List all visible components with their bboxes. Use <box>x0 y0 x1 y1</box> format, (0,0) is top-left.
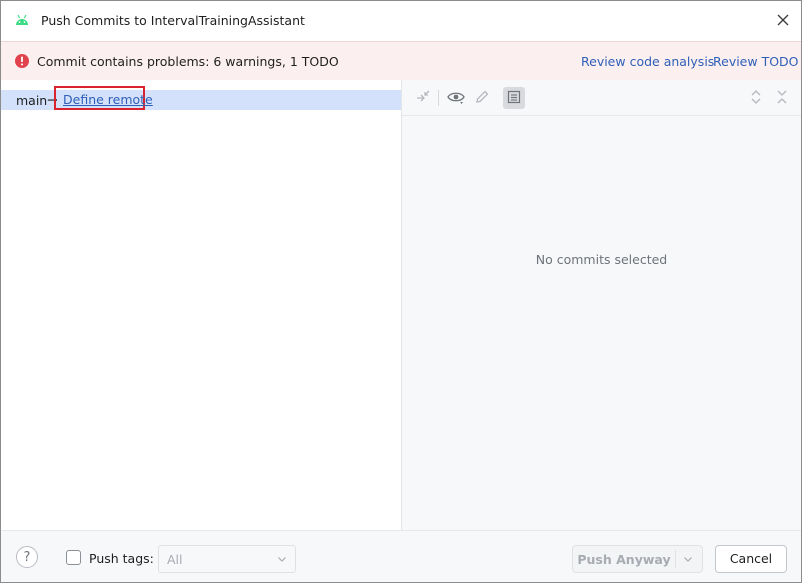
tags-select-value: All <box>167 552 183 567</box>
dialog-footer: ? Push tags: All Push Anyway Cancel <box>1 530 801 583</box>
details-panel-icon <box>507 90 521 107</box>
review-code-analysis-link[interactable]: Review code analysis <box>581 54 714 69</box>
collapse-all-button[interactable] <box>771 87 793 109</box>
define-remote-link[interactable]: Define remote <box>63 92 153 107</box>
expand-all-button[interactable] <box>745 87 767 109</box>
close-button[interactable] <box>773 11 793 31</box>
title-bar: Push Commits to IntervalTrainingAssistan… <box>1 1 801 41</box>
expand-all-icon <box>749 89 763 108</box>
toolbar-separator <box>438 90 439 106</box>
problems-banner: Commit contains problems: 6 warnings, 1 … <box>1 41 801 81</box>
merge-arrows-icon <box>415 89 431 108</box>
no-commits-text: No commits selected <box>402 252 801 267</box>
push-anyway-button-group: Push Anyway <box>572 545 703 573</box>
push-button-divider <box>675 550 676 568</box>
edit-button[interactable] <box>471 87 493 109</box>
error-icon <box>14 53 30 69</box>
commit-details-panel: No commits selected <box>402 80 801 530</box>
push-anyway-button[interactable]: Push Anyway <box>573 552 675 567</box>
push-tags-label: Push tags: <box>89 551 154 566</box>
help-button[interactable]: ? <box>16 546 38 568</box>
collapse-all-icon <box>775 89 789 108</box>
define-remote-highlight: Define remote <box>54 86 145 110</box>
push-tags-checkbox[interactable] <box>66 550 81 565</box>
eye-icon <box>447 89 465 108</box>
details-toolbar <box>402 80 801 116</box>
review-todo-link[interactable]: Review TODO <box>713 54 799 69</box>
cancel-button[interactable]: Cancel <box>715 545 787 573</box>
banner-message: Commit contains problems: 6 warnings, 1 … <box>37 54 339 69</box>
push-commits-dialog: Push Commits to IntervalTrainingAssistan… <box>0 0 802 583</box>
edit-icon <box>474 89 490 108</box>
tags-select[interactable]: All <box>158 545 296 573</box>
eye-button[interactable] <box>445 87 467 109</box>
help-icon: ? <box>24 550 31 565</box>
close-icon <box>777 14 789 29</box>
branch-name: main <box>16 93 47 108</box>
android-icon <box>15 14 29 26</box>
merge-arrows-button[interactable] <box>412 87 434 109</box>
details-panel-toggle[interactable] <box>503 87 525 109</box>
chevron-down-icon <box>277 553 287 567</box>
branch-row[interactable]: main → Define remote <box>1 90 401 110</box>
push-options-chevron-icon[interactable] <box>683 553 693 567</box>
commits-tree-panel: main → Define remote <box>1 80 402 530</box>
window-title: Push Commits to IntervalTrainingAssistan… <box>41 13 305 28</box>
